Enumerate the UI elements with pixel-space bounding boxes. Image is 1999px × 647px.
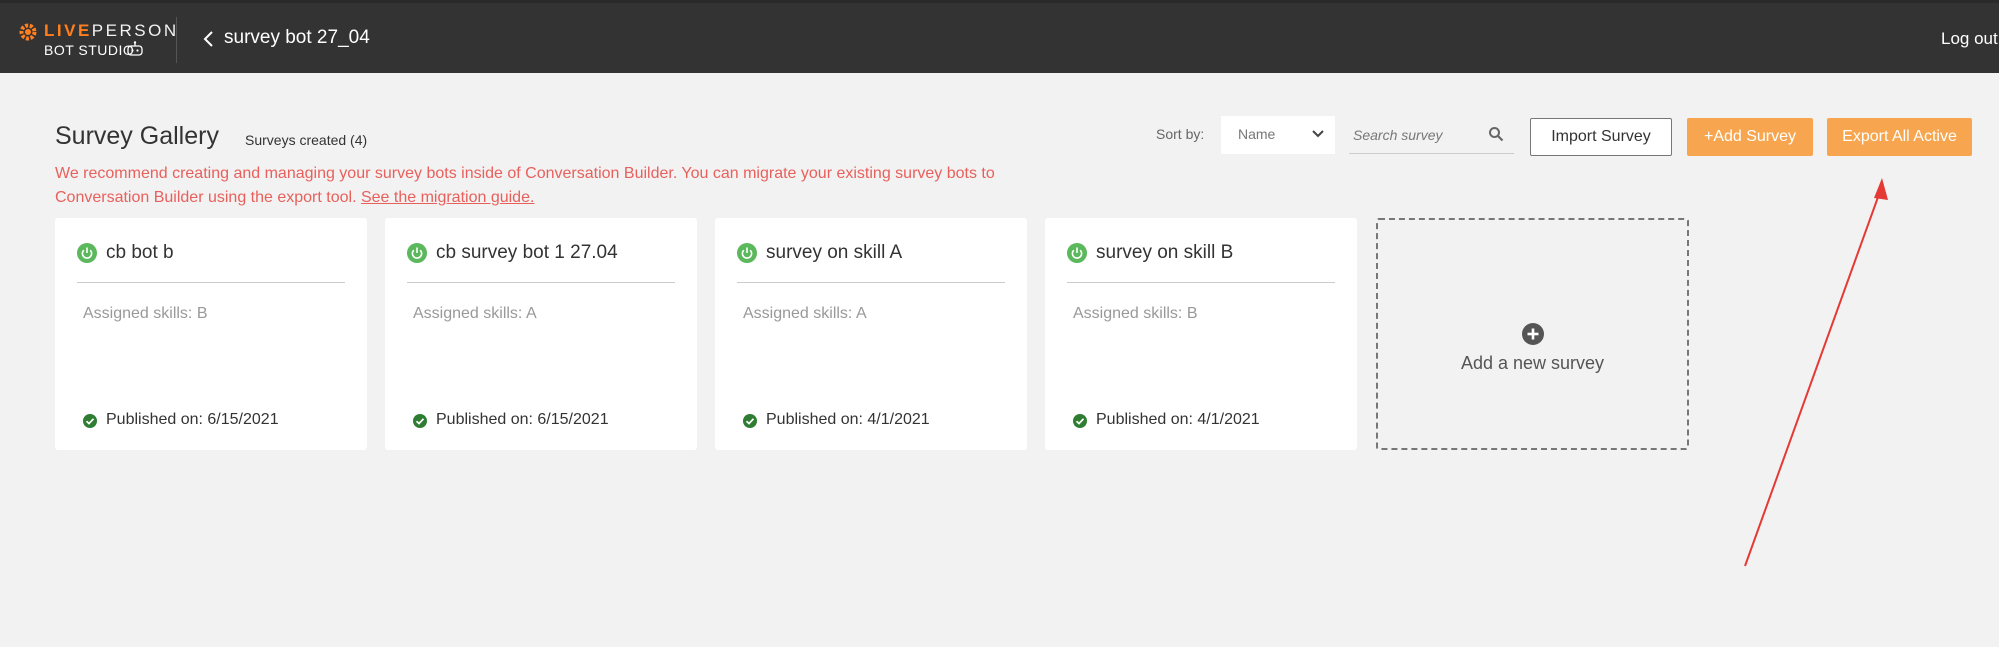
robot-icon <box>127 41 143 56</box>
bot-name: survey bot 27_04 <box>224 27 370 48</box>
survey-card[interactable]: survey on skill A Assigned skills: A Pub… <box>715 218 1027 450</box>
check-circle-icon <box>1073 414 1087 428</box>
power-icon[interactable] <box>77 243 97 263</box>
search-input[interactable] <box>1353 122 1478 148</box>
card-header: survey on skill B <box>1067 240 1335 283</box>
card-header: survey on skill A <box>737 240 1005 283</box>
assigned-skills: Assigned skills: A <box>413 305 537 322</box>
card-title: cb survey bot 1 27.04 <box>436 242 618 263</box>
chevron-down-icon <box>1312 130 1324 138</box>
check-circle-icon <box>413 414 427 428</box>
power-icon[interactable] <box>737 243 757 263</box>
page-title: Survey Gallery <box>55 122 219 150</box>
logo-text: LIVEPERSON <box>44 21 179 40</box>
survey-card[interactable]: cb bot b Assigned skills: B Published on… <box>55 218 367 450</box>
chevron-left-icon[interactable] <box>202 29 216 49</box>
search-icon[interactable] <box>1488 126 1504 142</box>
sort-value: Name <box>1238 126 1276 142</box>
top-bar: LIVEPERSON BOT STUDIO survey bot 27_04 L… <box>0 0 1999 73</box>
add-new-survey-label: Add a new survey <box>1460 353 1605 373</box>
survey-card[interactable]: cb survey bot 1 27.04 Assigned skills: A… <box>385 218 697 450</box>
card-header: cb survey bot 1 27.04 <box>407 240 675 283</box>
migration-guide-link[interactable]: See the migration guide. <box>361 189 534 206</box>
check-circle-icon <box>83 414 97 428</box>
migration-notice: We recommend creating and managing your … <box>55 162 1015 210</box>
card-header: cb bot b <box>77 240 345 283</box>
export-all-active-button[interactable]: Export All Active <box>1827 118 1972 156</box>
sort-select[interactable]: Name <box>1221 116 1335 154</box>
annotation-arrow <box>1744 178 1888 567</box>
power-icon[interactable] <box>1067 243 1087 263</box>
card-title: survey on skill B <box>1096 242 1234 263</box>
assigned-skills: Assigned skills: A <box>743 305 867 322</box>
plus-circle-icon <box>1522 323 1544 345</box>
add-survey-button[interactable]: +Add Survey <box>1687 118 1813 156</box>
published-text: Published on: 6/15/2021 <box>106 411 279 428</box>
card-title: cb bot b <box>106 242 174 263</box>
logout-link[interactable]: Log out <box>1941 29 1999 49</box>
logo: LIVEPERSON BOT STUDIO <box>18 19 178 59</box>
card-title: survey on skill A <box>766 242 903 263</box>
import-survey-button[interactable]: Import Survey <box>1530 118 1672 156</box>
assigned-skills: Assigned skills: B <box>1073 305 1198 322</box>
survey-card[interactable]: survey on skill B Assigned skills: B Pub… <box>1045 218 1357 450</box>
assigned-skills: Assigned skills: B <box>83 305 208 322</box>
search-box <box>1349 116 1514 154</box>
header-divider <box>176 17 177 63</box>
published-text: Published on: 6/15/2021 <box>436 411 609 428</box>
power-icon[interactable] <box>407 243 427 263</box>
add-new-survey-card[interactable]: Add a new survey <box>1376 218 1689 450</box>
sort-label: Sort by: <box>1156 126 1205 142</box>
logo-subtitle: BOT STUDIO <box>44 42 135 58</box>
liveperson-logo-icon <box>19 23 37 41</box>
survey-count: Surveys created (4) <box>245 132 368 148</box>
check-circle-icon <box>743 414 757 428</box>
published-text: Published on: 4/1/2021 <box>1096 411 1260 428</box>
published-text: Published on: 4/1/2021 <box>766 411 930 428</box>
